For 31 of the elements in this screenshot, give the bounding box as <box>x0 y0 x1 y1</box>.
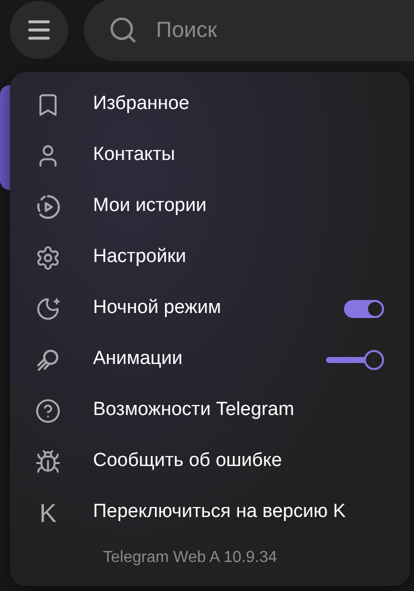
menu-item[interactable]: Мои истории <box>10 181 410 232</box>
menu-item-label: Сообщить об ошибке <box>93 449 283 474</box>
menu-item[interactable]: Сообщить об ошибке <box>10 436 410 487</box>
menu-item[interactable]: Избранное <box>10 79 410 130</box>
menu-item[interactable]: Настройки <box>10 232 410 283</box>
menu-item-label: Переключиться на версию K <box>93 500 347 524</box>
toggle-switch[interactable] <box>344 300 384 318</box>
story-icon <box>35 194 61 220</box>
menu-item-label: Ночной режим <box>93 296 222 320</box>
menu-item-label: Избранное <box>93 92 190 116</box>
animation-slider[interactable] <box>326 350 384 370</box>
menu-item[interactable]: Контакты <box>10 130 410 181</box>
search-icon <box>108 15 138 45</box>
menu-item-label: Настройки <box>93 245 188 270</box>
slider-thumb[interactable] <box>364 350 384 370</box>
menu-item-label: Возможности Telegram <box>93 398 296 422</box>
menu-item[interactable]: Анимации <box>10 334 410 385</box>
settings-icon <box>35 244 61 270</box>
moon-icon <box>35 296 61 322</box>
menu-item[interactable]: Возможности Telegram <box>10 385 410 436</box>
version-text: Telegram Web A 10.9.34 <box>103 549 278 566</box>
menu-item-label: Анимации <box>93 347 184 372</box>
search-field[interactable]: Поиск <box>84 0 414 61</box>
comet-icon <box>35 346 61 372</box>
help-icon <box>35 398 61 424</box>
menu-item-label: Мои истории <box>93 194 208 218</box>
bug-icon <box>35 448 61 474</box>
menu-item[interactable]: K Переключиться на версию K <box>10 487 410 538</box>
menu-item-label: Контакты <box>93 143 176 168</box>
switch-version-icon: K <box>39 500 57 526</box>
menu-item[interactable]: Ночной режим <box>10 283 410 334</box>
